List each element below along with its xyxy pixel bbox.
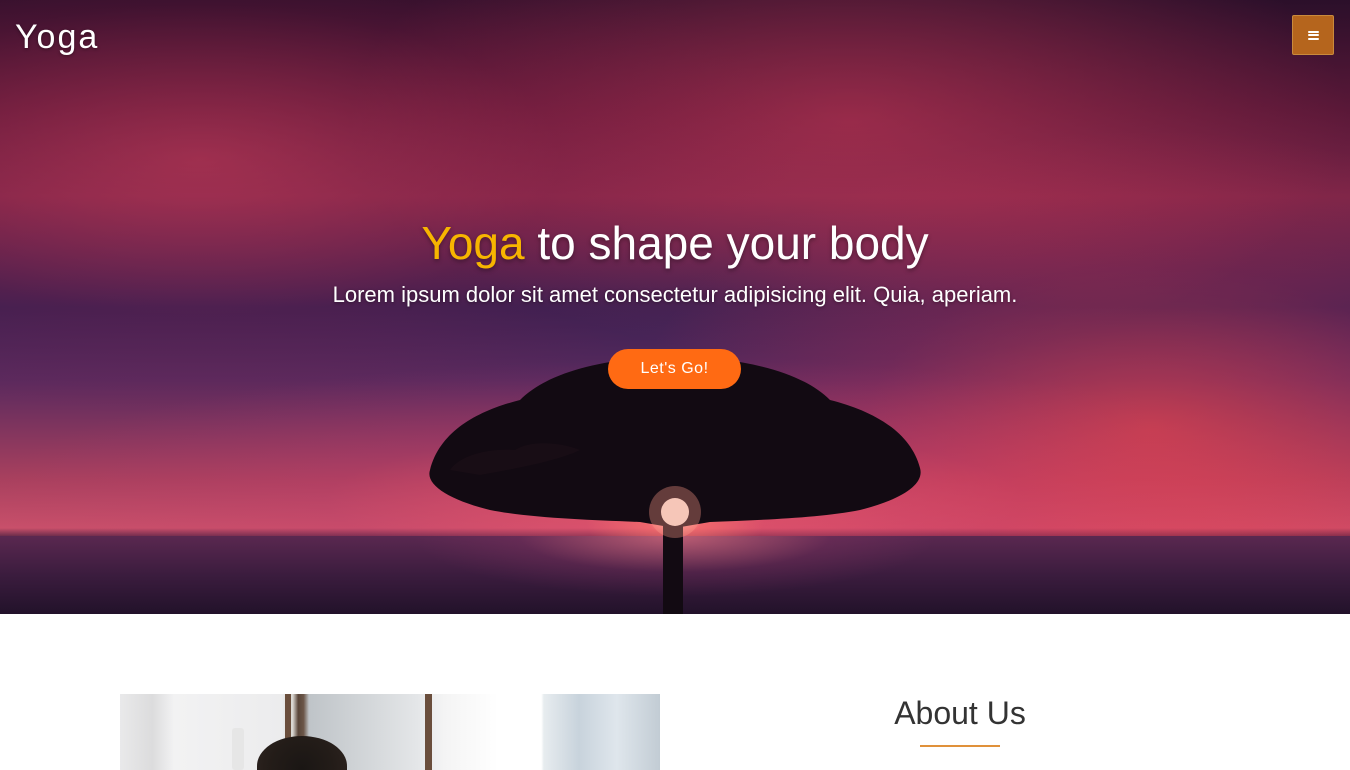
about-us-heading: About Us	[894, 695, 1026, 731]
person-head	[257, 736, 347, 770]
hero-subhead: Lorem ipsum dolor sit amet consectetur a…	[332, 282, 1018, 307]
window-frame-right	[425, 694, 432, 770]
candle-stand	[232, 728, 244, 770]
menu-toggle-button[interactable]	[1292, 15, 1334, 55]
headline-accent: Yoga	[421, 217, 525, 269]
headline-rest: to shape your body	[524, 217, 929, 269]
hero-headline: Yoga to shape your body	[0, 216, 1350, 270]
tree-silhouette-image	[420, 350, 930, 614]
hamburger-menu-icon	[1307, 30, 1319, 40]
lets-go-button[interactable]: Let's Go!	[608, 349, 741, 389]
heading-divider	[920, 745, 1000, 747]
brand-logo[interactable]: Yoga	[15, 18, 99, 57]
hero-banner: Yoga Yoga to shape your body Lorem ipsum…	[0, 0, 1350, 614]
about-yoga-photo	[120, 694, 660, 770]
